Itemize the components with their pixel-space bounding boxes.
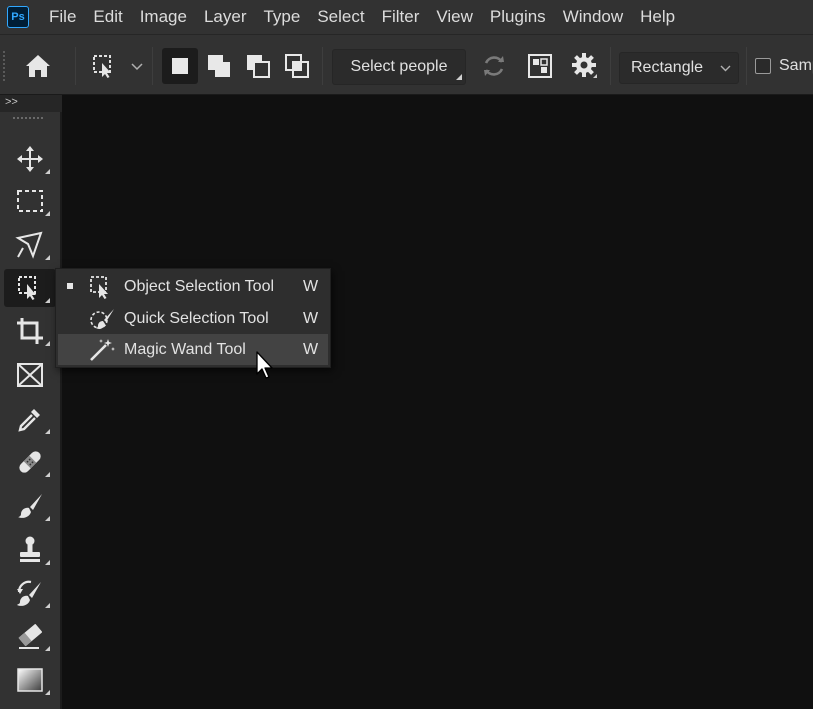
home-button[interactable]: [20, 49, 56, 83]
separator: [610, 47, 611, 85]
menu-window[interactable]: Window: [555, 0, 632, 34]
options-bar: Select people Rectangle Sam: [0, 34, 813, 95]
tool-preset-dropdown[interactable]: [128, 59, 146, 75]
separator: [746, 47, 747, 85]
new-selection-button[interactable]: [162, 48, 198, 84]
object-finder-icon: [528, 54, 552, 78]
eyedropper-icon: [18, 409, 40, 432]
menu-file[interactable]: File: [41, 0, 85, 34]
menu-filter[interactable]: Filter: [374, 0, 429, 34]
menu-layer[interactable]: Layer: [196, 0, 256, 34]
new-selection-icon: [172, 58, 188, 74]
menu-edit[interactable]: Edit: [85, 0, 131, 34]
crop-icon: [17, 318, 43, 344]
quick-selection-icon: [90, 309, 114, 329]
brush-tool[interactable]: [4, 487, 56, 525]
tools-panel-grip[interactable]: [13, 117, 43, 123]
intersect-selection-icon: [285, 54, 309, 78]
menu-plugins[interactable]: Plugins: [482, 0, 555, 34]
marquee-icon: [17, 190, 43, 212]
menu-type[interactable]: Type: [255, 0, 309, 34]
menu-bar: Ps File Edit Image Layer Type Select Fil…: [0, 0, 813, 34]
settings-button[interactable]: [567, 49, 603, 83]
separator: [322, 47, 323, 85]
selected-indicator-icon: [67, 283, 73, 289]
home-icon: [26, 55, 50, 77]
lasso-tool[interactable]: [4, 226, 56, 264]
frame-icon: [17, 363, 43, 387]
eraser-icon: [18, 624, 42, 649]
sample-all-layers-label: Samp: [779, 57, 813, 74]
menu-image[interactable]: Image: [132, 0, 196, 34]
chevron-down-icon: [131, 63, 143, 71]
flyout-item-label: Quick Selection Tool: [124, 309, 269, 327]
add-to-selection-icon: [208, 55, 230, 77]
intersect-selection-button[interactable]: [279, 48, 315, 84]
flyout-item-label: Magic Wand Tool: [124, 340, 246, 358]
history-brush-tool[interactable]: [4, 574, 56, 612]
photoshop-logo[interactable]: Ps: [7, 6, 29, 28]
flyout-item-magic-wand-tool[interactable]: Magic Wand Tool W: [58, 334, 328, 365]
menu-view[interactable]: View: [428, 0, 482, 34]
object-selection-icon: [93, 55, 111, 78]
tools-panel-collapse-button[interactable]: >>: [0, 95, 62, 112]
separator: [152, 47, 153, 85]
flyout-item-object-selection-tool[interactable]: Object Selection Tool W: [58, 271, 328, 302]
tools-panel: >>: [0, 95, 62, 709]
object-finder-toggle[interactable]: [522, 49, 558, 83]
object-selection-tool[interactable]: [4, 269, 56, 307]
chevron-down-icon: [720, 65, 731, 72]
brush-icon: [18, 494, 42, 518]
select-subject-label: Select people: [350, 58, 448, 75]
healing-brush-tool[interactable]: [4, 443, 56, 481]
rectangular-marquee-tool[interactable]: [4, 182, 56, 220]
subtract-from-selection-button[interactable]: [240, 48, 276, 84]
document-canvas-area[interactable]: [64, 95, 813, 709]
flyout-item-shortcut: W: [303, 340, 319, 358]
tool-preset-picker[interactable]: [88, 49, 120, 83]
menu-select[interactable]: Select: [309, 0, 373, 34]
object-selection-icon: [18, 276, 36, 300]
lasso-icon: [15, 231, 43, 259]
dropdown-corner-icon: [456, 74, 462, 80]
clone-stamp-tool[interactable]: [4, 531, 56, 569]
move-tool[interactable]: [4, 140, 56, 178]
eraser-tool[interactable]: [4, 617, 56, 655]
options-bar-grip[interactable]: [3, 51, 7, 81]
magic-wand-icon: [90, 339, 115, 361]
mouse-pointer-icon: [255, 350, 277, 382]
crop-tool[interactable]: [4, 312, 56, 350]
gear-icon: [572, 53, 597, 78]
refresh-icon: [484, 56, 504, 76]
menu-help[interactable]: Help: [632, 0, 684, 34]
refresh-button[interactable]: [476, 49, 512, 83]
selection-tools-flyout: Object Selection Tool W Quick Selection …: [55, 268, 331, 368]
flyout-item-shortcut: W: [303, 309, 319, 327]
sample-all-layers-checkbox[interactable]: [755, 58, 771, 74]
flyout-item-label: Object Selection Tool: [124, 277, 275, 295]
bandage-icon: [19, 451, 41, 473]
mode-select-value: Rectangle: [631, 59, 704, 76]
select-subject-button[interactable]: Select people: [332, 49, 466, 85]
object-selection-icon: [90, 276, 108, 299]
flyout-item-shortcut: W: [303, 277, 319, 295]
subtract-from-selection-icon: [247, 55, 270, 78]
flyout-item-quick-selection-tool[interactable]: Quick Selection Tool W: [58, 303, 328, 334]
gradient-icon: [17, 668, 43, 692]
move-icon: [17, 146, 43, 172]
gradient-tool[interactable]: [4, 661, 56, 699]
history-brush-icon: [17, 580, 41, 606]
frame-tool[interactable]: [4, 356, 56, 394]
mode-select[interactable]: Rectangle: [619, 52, 739, 84]
separator: [75, 47, 76, 85]
eyedropper-tool[interactable]: [4, 400, 56, 438]
add-to-selection-button[interactable]: [201, 48, 237, 84]
stamp-icon: [20, 536, 40, 562]
